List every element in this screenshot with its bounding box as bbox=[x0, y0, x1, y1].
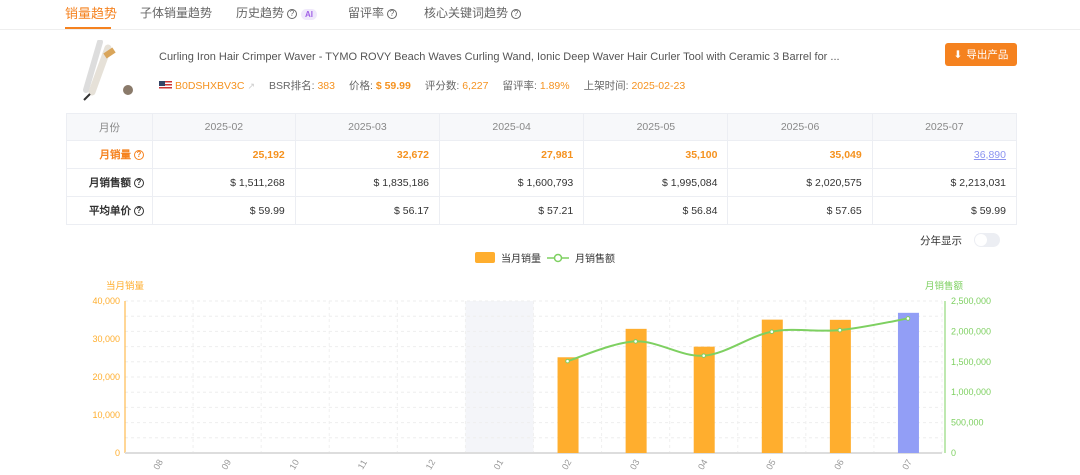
revenue-point bbox=[837, 327, 843, 333]
right-tick-label: 0 bbox=[951, 448, 956, 458]
bar bbox=[761, 319, 783, 453]
revenue-point bbox=[905, 316, 911, 321]
left-tick-label: 40,000 bbox=[92, 296, 120, 306]
revenue-point bbox=[565, 358, 570, 364]
x-tick-label: 01 bbox=[492, 458, 506, 472]
x-tick-label: 10 bbox=[288, 458, 302, 472]
revenue-point bbox=[633, 339, 638, 344]
x-tick-label: 05 bbox=[764, 458, 778, 472]
bar bbox=[693, 346, 715, 453]
revenue-point bbox=[769, 329, 775, 334]
x-tick-label: 02 bbox=[560, 458, 574, 472]
x-tick-label: 04 bbox=[696, 458, 710, 472]
x-tick-label: 06 bbox=[832, 458, 846, 472]
right-tick-label: 500,000 bbox=[951, 418, 984, 428]
bar bbox=[829, 319, 851, 453]
right-tick-label: 1,500,000 bbox=[951, 357, 991, 367]
left-axis-title: 当月销量 bbox=[106, 280, 145, 292]
left-tick-label: 20,000 bbox=[92, 372, 120, 382]
x-tick-label: 12 bbox=[424, 458, 438, 472]
left-tick-label: 30,000 bbox=[92, 334, 120, 344]
revenue-point bbox=[701, 353, 707, 358]
left-tick-label: 0 bbox=[115, 448, 120, 458]
bar bbox=[557, 357, 579, 453]
right-tick-label: 2,500,000 bbox=[951, 296, 991, 306]
x-tick-label: 09 bbox=[219, 458, 233, 472]
sales-chart: 当月销量 月销售额 0 10,000 20,000 30,000 40,000 0 500,… bbox=[92, 280, 991, 472]
left-tick-label: 10,000 bbox=[92, 410, 120, 420]
x-tick-label: 11 bbox=[356, 458, 369, 471]
x-tick-label: 03 bbox=[628, 458, 642, 472]
x-tick-label: 07 bbox=[900, 458, 914, 472]
x-tick-label: 08 bbox=[151, 458, 165, 472]
right-tick-label: 2,000,000 bbox=[951, 326, 991, 336]
bar bbox=[897, 312, 919, 453]
right-tick-label: 1,000,000 bbox=[951, 387, 991, 397]
right-axis-title: 月销售额 bbox=[925, 280, 964, 292]
bar bbox=[625, 328, 647, 453]
